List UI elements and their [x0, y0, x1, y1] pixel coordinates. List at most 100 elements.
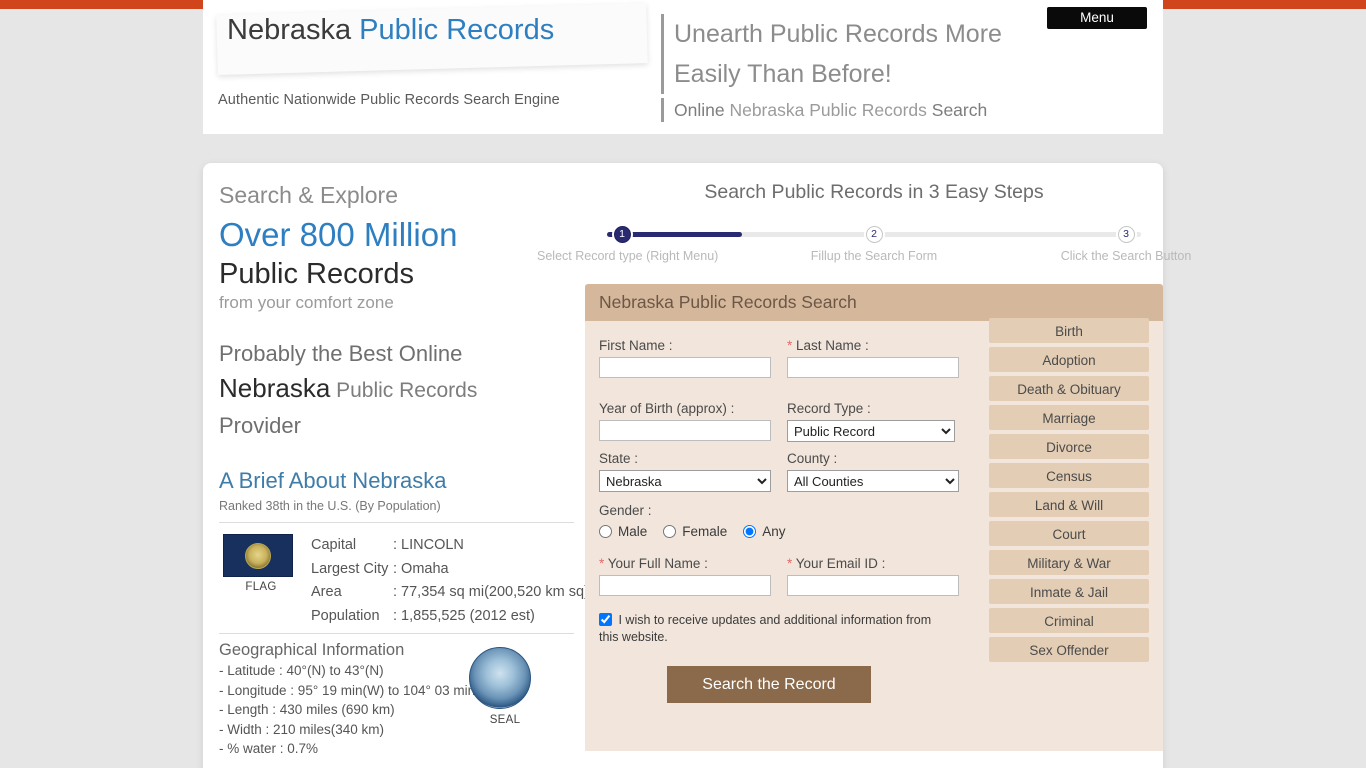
last-name-input[interactable] — [787, 357, 959, 378]
flag-seal-emblem — [245, 542, 271, 569]
record-type-land-will[interactable]: Land & Will — [989, 492, 1149, 517]
fact-key: Largest City — [311, 560, 389, 577]
email-input[interactable] — [787, 575, 959, 596]
consent-text: I wish to receive updates and additional… — [599, 613, 932, 644]
eyebrow-text: Search & Explore — [219, 182, 398, 208]
consent-checkbox[interactable] — [599, 613, 612, 626]
required-marker: * — [787, 338, 793, 353]
record-type-death-obituary[interactable]: Death & Obituary — [989, 376, 1149, 401]
hero-heading-line1: Unearth Public Records More — [674, 20, 1002, 48]
record-type-court[interactable]: Court — [989, 521, 1149, 546]
fact-value: : LINCOLN — [393, 537, 464, 553]
brief-section-title: A Brief About Nebraska — [219, 468, 447, 493]
fact-row: Area : 77,354 sq mi(200,520 km sq) — [311, 581, 589, 605]
record-type-select[interactable]: Public Record — [787, 420, 955, 442]
year-of-birth-field-group: Year of Birth (approx) : — [599, 398, 771, 442]
claim-rest: Public Records — [330, 379, 478, 402]
steps-title: Search Public Records in 3 Easy Steps — [704, 181, 1044, 203]
full-name-field-group: * Your Full Name : — [599, 553, 771, 596]
step-1[interactable]: 1 Select Record type (Right Menu) — [537, 226, 719, 263]
gender-female-label[interactable]: Female — [682, 524, 727, 539]
record-type-label: Record Type : — [787, 401, 871, 416]
county-label: County : — [787, 451, 838, 466]
fact-value: : Omaha — [393, 560, 449, 577]
gender-female-radio[interactable] — [663, 525, 677, 538]
fact-key: Area — [311, 584, 342, 600]
record-type-military-war[interactable]: Military & War — [989, 550, 1149, 575]
steps-progress: 1 Select Record type (Right Menu) 2 Fill… — [537, 226, 1191, 270]
fact-key: Capital — [311, 537, 357, 553]
left-column: Search & Explore Over 800 Million Public… — [203, 163, 589, 759]
year-of-birth-label: Year of Birth (approx) : — [599, 401, 735, 416]
state-facts: FLAG Capital : LINCOLN Largest City: Omah… — [219, 534, 589, 624]
county-field-group: County : All Counties — [787, 448, 959, 492]
state-select[interactable]: Nebraska — [599, 470, 771, 492]
nebraska-flag-icon — [223, 534, 293, 577]
form-heading: Nebraska Public Records Search — [585, 284, 1163, 321]
state-label: State : — [599, 451, 639, 466]
gender-any-label[interactable]: Any — [762, 524, 785, 539]
main-card: Search & Explore Over 800 Million Public… — [203, 163, 1191, 768]
nebraska-seal-icon — [469, 647, 531, 709]
logo-text-first: Nebraska — [227, 14, 360, 46]
step-3[interactable]: 3 Click the Search Button — [1041, 226, 1211, 263]
step-1-caption: Select Record type (Right Menu) — [537, 249, 719, 263]
brief-rank-note: Ranked 38th in the U.S. (By Population) — [219, 499, 441, 513]
flag-block: FLAG — [223, 534, 299, 593]
first-name-input[interactable] — [599, 357, 771, 378]
record-type-sex-offender[interactable]: Sex Offender — [989, 637, 1149, 662]
step-2[interactable]: 2 Fillup the Search Form — [789, 226, 959, 263]
fact-row: Largest City: Omaha — [311, 558, 589, 582]
full-name-label-text: Your Full Name : — [607, 556, 708, 571]
fact-value: : 77,354 sq mi(200,520 km sq) — [393, 584, 589, 600]
fact-list: Capital : LINCOLN Largest City: Omaha Are… — [311, 534, 589, 628]
step-3-number: 3 — [1117, 226, 1135, 243]
step-1-number: 1 — [613, 226, 631, 243]
gender-any-radio[interactable] — [743, 525, 757, 538]
county-select[interactable]: All Counties — [787, 470, 959, 492]
full-name-input[interactable] — [599, 575, 771, 596]
divider-bottom — [219, 633, 574, 634]
menu-button[interactable]: Menu — [1047, 7, 1147, 29]
record-type-marriage[interactable]: Marriage — [989, 405, 1149, 430]
gender-male-radio[interactable] — [599, 525, 612, 538]
gender-male-label[interactable]: Male — [618, 524, 647, 539]
fact-row: Capital : LINCOLN — [311, 534, 589, 558]
record-type-census[interactable]: Census — [989, 463, 1149, 488]
headline-count: Over 800 Million — [219, 216, 458, 253]
consent-row: I wish to receive updates and additional… — [599, 612, 951, 646]
claim-state: Nebraska — [219, 373, 331, 403]
fact-key: Population — [311, 607, 380, 624]
hero-sub-a: Online — [674, 100, 730, 120]
record-type-adoption[interactable]: Adoption — [989, 347, 1149, 372]
state-field-group: State : Nebraska — [599, 448, 771, 492]
hero-sub-c: Search — [931, 100, 988, 120]
geographical-information: Geographical Information - Latitude : 40… — [219, 639, 583, 759]
record-type-criminal[interactable]: Criminal — [989, 608, 1149, 633]
site-logo[interactable]: Nebraska Public Records — [227, 14, 554, 47]
search-submit-button[interactable]: Search the Record — [667, 666, 871, 703]
claim-line-1: Probably the Best Online — [219, 341, 463, 366]
record-type-inmate-jail[interactable]: Inmate & Jail — [989, 579, 1149, 604]
email-field-group: * Your Email ID : — [787, 553, 959, 596]
email-label: * Your Email ID : — [787, 553, 959, 575]
last-name-field-group: * Last Name : — [787, 335, 959, 378]
year-of-birth-input[interactable] — [599, 420, 771, 441]
record-type-divorce[interactable]: Divorce — [989, 434, 1149, 459]
full-name-label: * Your Full Name : — [599, 553, 771, 575]
step-3-caption: Click the Search Button — [1060, 249, 1192, 263]
first-name-field-group: First Name : — [599, 335, 771, 378]
fact-row: Population : 1,855,525 (2012 est) — [311, 605, 589, 629]
hero-sub-b: Nebraska Public Records — [729, 100, 932, 120]
headline-subtext: from your comfort zone — [219, 293, 394, 312]
site-header: Nebraska Public Records Authentic Nation… — [203, 0, 1163, 134]
seal-block: SEAL — [469, 647, 541, 726]
last-name-label-text: Last Name : — [796, 338, 869, 353]
record-type-birth[interactable]: Birth — [989, 318, 1149, 343]
divider-top — [219, 522, 574, 523]
step-2-caption: Fillup the Search Form — [810, 249, 938, 263]
last-name-label: * Last Name : — [787, 335, 959, 357]
fact-value: : 1,855,525 (2012 est) — [393, 607, 535, 624]
step-2-number: 2 — [865, 226, 883, 243]
